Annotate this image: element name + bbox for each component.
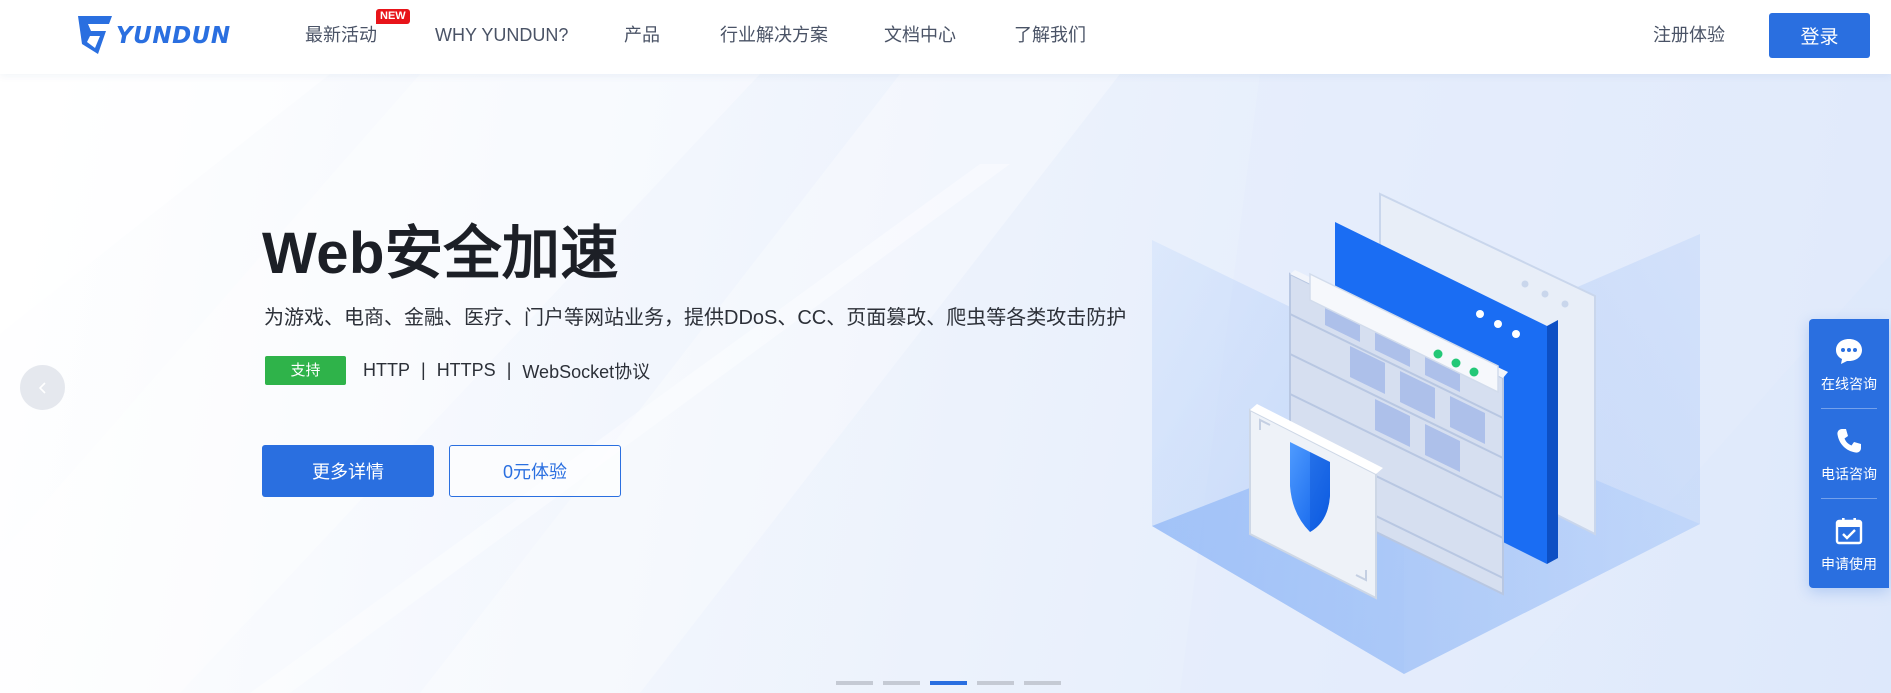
online-consult-label: 在线咨询: [1821, 375, 1877, 392]
carousel-dot-2[interactable]: [883, 681, 920, 685]
logo-shield-icon: [78, 16, 112, 54]
carousel-dot-4[interactable]: [977, 681, 1014, 685]
logo-text: YUNDUN: [116, 23, 231, 49]
nav-why-yundun[interactable]: WHY YUNDUN?: [435, 23, 568, 47]
support-tag: 支持: [265, 356, 346, 385]
nav-products[interactable]: 产品: [624, 23, 660, 47]
apply-use-label: 申请使用: [1821, 555, 1877, 572]
hero-banner: Web安全加速 为游戏、电商、金融、医疗、门户等网站业务，提供DDoS、CC、页…: [0, 74, 1891, 693]
nav-industry-solutions[interactable]: 行业解决方案: [720, 23, 828, 47]
carousel-dot-1[interactable]: [836, 681, 873, 685]
hero-title: Web安全加速: [262, 221, 619, 286]
new-badge: NEW: [376, 9, 410, 24]
nav-latest-events[interactable]: 最新活动: [305, 23, 377, 47]
register-trial-link[interactable]: 注册体验: [1653, 23, 1725, 47]
nav-about-us[interactable]: 了解我们: [1014, 23, 1086, 47]
chat-icon: [1836, 338, 1862, 364]
contact-float-panel: 在线咨询 电话咨询 申请使用: [1809, 319, 1889, 588]
carousel-dot-5[interactable]: [1024, 681, 1061, 685]
phone-consult-label: 电话咨询: [1821, 465, 1877, 482]
login-button[interactable]: 登录: [1769, 13, 1870, 58]
protocol-websocket: WebSocket协议: [522, 361, 651, 382]
phone-icon: [1837, 428, 1861, 453]
carousel-indicators: [836, 681, 1061, 687]
carousel-prev-button[interactable]: [20, 365, 65, 410]
protocol-separator: |: [421, 360, 426, 380]
security-firewall-illustration: [1152, 192, 1700, 674]
chevron-left-icon: [38, 381, 46, 394]
protocol-https: HTTPS: [436, 360, 496, 380]
hero-description: 为游戏、电商、金融、医疗、门户等网站业务，提供DDoS、CC、页面篡改、爬虫等各…: [264, 307, 1127, 329]
top-header: YUNDUN 最新活动 WHY YUNDUN? 产品 行业解决方案 文档中心 了…: [0, 0, 1891, 74]
carousel-dot-3-active[interactable]: [930, 681, 967, 685]
protocol-http: HTTP: [363, 360, 410, 380]
calendar-check-icon: [1835, 517, 1863, 544]
yundun-logo[interactable]: YUNDUN: [76, 14, 236, 58]
free-trial-button[interactable]: 0元体验: [449, 445, 621, 497]
more-details-button[interactable]: 更多详情: [262, 445, 434, 497]
online-consult-button[interactable]: 在线咨询: [1809, 319, 1889, 408]
protocol-separator: |: [506, 360, 512, 380]
nav-doc-center[interactable]: 文档中心: [884, 23, 956, 47]
apply-use-button[interactable]: 申请使用: [1809, 499, 1889, 588]
protocol-support-row: 支持 HTTP | HTTPS | WebSocket协议: [265, 356, 650, 385]
phone-consult-button[interactable]: 电话咨询: [1809, 409, 1889, 498]
